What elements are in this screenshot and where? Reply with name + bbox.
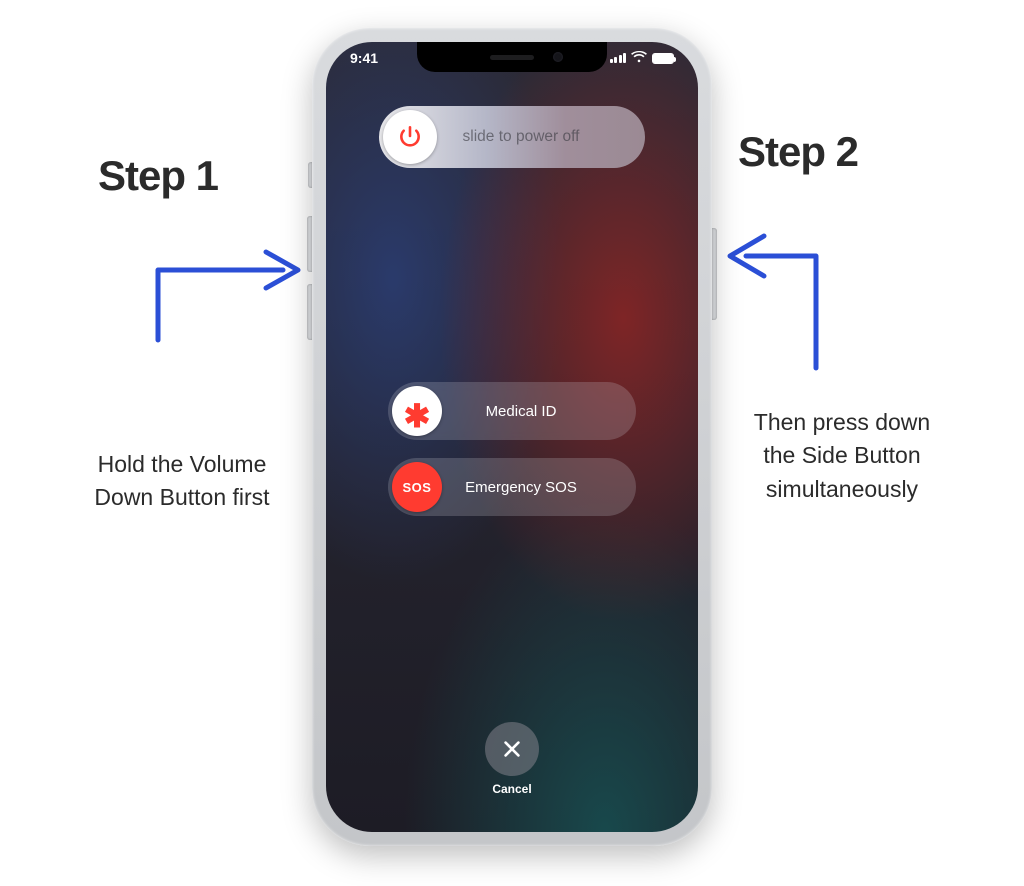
power-off-slider[interactable]: slide to power off bbox=[379, 106, 645, 168]
close-icon bbox=[501, 738, 523, 760]
cancel-area: Cancel bbox=[485, 722, 539, 796]
step1-description: Hold the Volume Down Button first bbox=[86, 448, 278, 515]
phone-screen: 9:41 slide to power off ✱ Medi bbox=[326, 42, 698, 832]
cancel-label: Cancel bbox=[492, 782, 531, 796]
emergency-sos-slider[interactable]: SOS Emergency SOS bbox=[388, 458, 636, 516]
asterisk-icon: ✱ bbox=[404, 400, 431, 432]
power-icon bbox=[397, 124, 423, 150]
emergency-sos-label: Emergency SOS bbox=[446, 479, 636, 496]
status-bar: 9:41 bbox=[326, 50, 698, 66]
ringer-switch[interactable] bbox=[308, 162, 312, 188]
medical-id-label: Medical ID bbox=[446, 403, 636, 420]
power-off-knob[interactable] bbox=[383, 110, 437, 164]
cellular-signal-icon bbox=[610, 53, 627, 63]
medical-id-knob[interactable]: ✱ bbox=[392, 386, 442, 436]
power-off-label: slide to power off bbox=[441, 128, 645, 146]
arrow-step2-icon bbox=[716, 188, 836, 378]
step2-description: Then press down the Side Button simultan… bbox=[742, 406, 942, 506]
sos-text-icon: SOS bbox=[403, 480, 432, 495]
battery-icon bbox=[652, 53, 674, 64]
step1-title: Step 1 bbox=[98, 152, 308, 200]
medical-id-slider[interactable]: ✱ Medical ID bbox=[388, 382, 636, 440]
wifi-icon bbox=[631, 50, 647, 66]
volume-up-button[interactable] bbox=[307, 216, 312, 272]
iphone-device: 9:41 slide to power off ✱ Medi bbox=[312, 28, 712, 846]
volume-down-button[interactable] bbox=[307, 284, 312, 340]
side-button[interactable] bbox=[712, 228, 717, 320]
arrow-step1-icon bbox=[148, 210, 318, 350]
step2-title: Step 2 bbox=[738, 128, 968, 176]
cancel-button[interactable] bbox=[485, 722, 539, 776]
status-time: 9:41 bbox=[350, 50, 378, 66]
emergency-sos-knob[interactable]: SOS bbox=[392, 462, 442, 512]
